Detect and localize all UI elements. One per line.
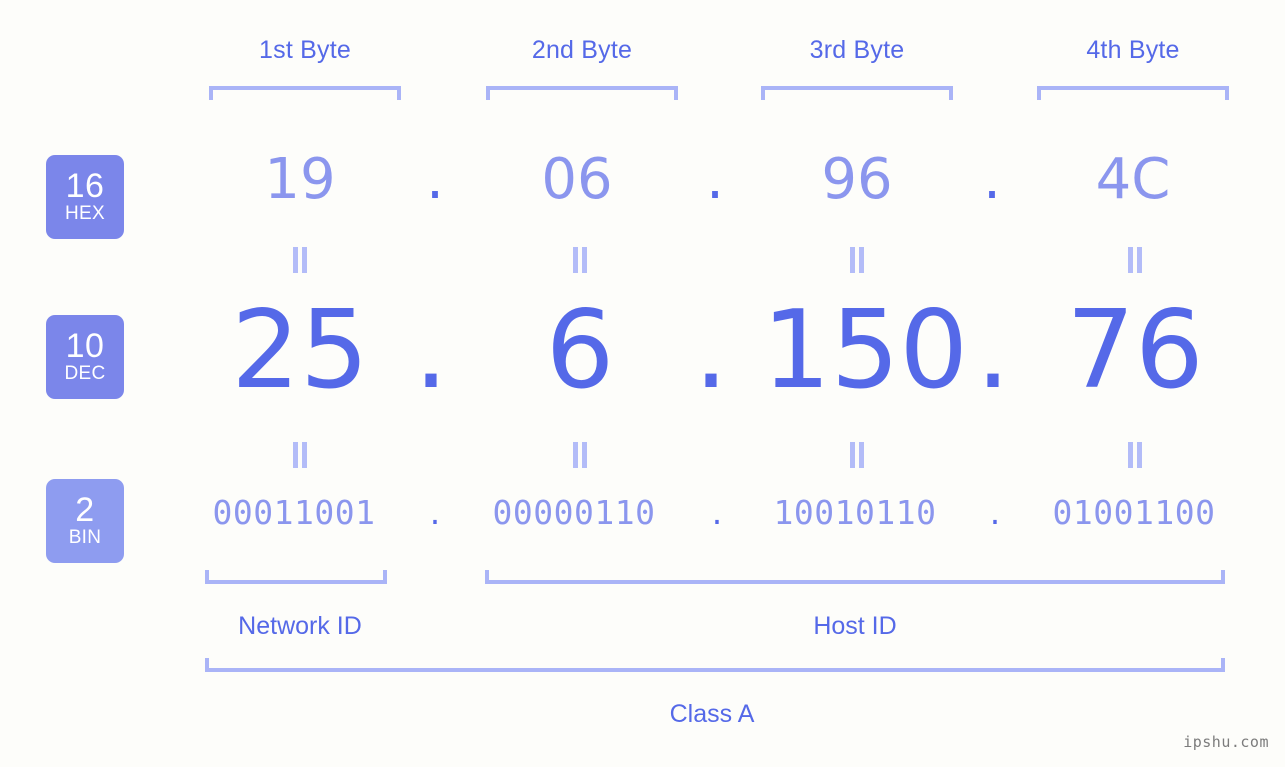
host-id-bracket bbox=[485, 570, 1225, 584]
notation-badge-hex: 16 HEX bbox=[46, 155, 124, 239]
dec-octet-3: 150 bbox=[762, 288, 969, 413]
dec-separator-2: . bbox=[693, 288, 729, 413]
notation-badge-dec: 10 DEC bbox=[46, 315, 124, 399]
dec-octet-2: 6 bbox=[545, 288, 615, 413]
equals-marker-hex-dec-4 bbox=[1127, 247, 1143, 273]
hex-octet-1: 19 bbox=[264, 147, 336, 212]
byte-bracket-2 bbox=[486, 86, 678, 100]
equals-marker-hex-dec-1 bbox=[292, 247, 308, 273]
notation-badge-dec-tag: DEC bbox=[64, 363, 106, 384]
byte-header-label-3: 3rd Byte bbox=[809, 36, 905, 64]
hex-separator-3: . bbox=[983, 147, 1001, 212]
bin-octet-3: 10010110 bbox=[773, 493, 937, 532]
dec-octet-4: 76 bbox=[1066, 288, 1204, 413]
equals-marker-dec-bin-1 bbox=[292, 442, 308, 468]
bin-separator-1: . bbox=[429, 493, 441, 532]
class-bracket bbox=[205, 658, 1225, 672]
bin-octet-2: 00000110 bbox=[492, 493, 656, 532]
ip-address-breakdown-diagram: 1st Byte 2nd Byte 3rd Byte 4th Byte 16 H… bbox=[0, 0, 1285, 767]
equals-marker-hex-dec-2 bbox=[572, 247, 588, 273]
byte-header-label-1: 1st Byte bbox=[259, 36, 351, 64]
dec-separator-1: . bbox=[413, 288, 449, 413]
host-id-label: Host ID bbox=[813, 612, 897, 640]
notation-badge-bin-base: 2 bbox=[75, 491, 95, 529]
bin-separator-3: . bbox=[989, 493, 1001, 532]
hex-octet-4: 4C bbox=[1095, 147, 1171, 212]
equals-marker-dec-bin-3 bbox=[849, 442, 865, 468]
notation-badge-dec-base: 10 bbox=[65, 327, 105, 365]
hex-separator-2: . bbox=[706, 147, 724, 212]
dec-octet-1: 25 bbox=[231, 288, 369, 413]
bin-octet-4: 01001100 bbox=[1052, 493, 1216, 532]
bin-separator-2: . bbox=[711, 493, 723, 532]
site-watermark: ipshu.com bbox=[1183, 733, 1269, 751]
class-label: Class A bbox=[669, 700, 755, 728]
equals-marker-hex-dec-3 bbox=[849, 247, 865, 273]
hex-octet-3: 96 bbox=[821, 147, 893, 212]
notation-badge-hex-base: 16 bbox=[65, 167, 105, 205]
hex-octet-2: 06 bbox=[541, 147, 613, 212]
byte-bracket-4 bbox=[1037, 86, 1229, 100]
byte-header-label-4: 4th Byte bbox=[1086, 36, 1180, 64]
notation-badge-hex-tag: HEX bbox=[65, 203, 105, 224]
equals-marker-dec-bin-2 bbox=[572, 442, 588, 468]
bin-octet-1: 00011001 bbox=[212, 493, 376, 532]
byte-bracket-1 bbox=[209, 86, 401, 100]
network-id-label: Network ID bbox=[238, 612, 362, 640]
notation-badge-bin-tag: BIN bbox=[68, 527, 102, 548]
network-id-bracket bbox=[205, 570, 387, 584]
notation-badge-bin: 2 BIN bbox=[46, 479, 124, 563]
byte-header-label-2: 2nd Byte bbox=[531, 36, 633, 64]
hex-separator-1: . bbox=[426, 147, 444, 212]
dec-separator-3: . bbox=[975, 288, 1011, 413]
byte-bracket-3 bbox=[761, 86, 953, 100]
equals-marker-dec-bin-4 bbox=[1127, 442, 1143, 468]
